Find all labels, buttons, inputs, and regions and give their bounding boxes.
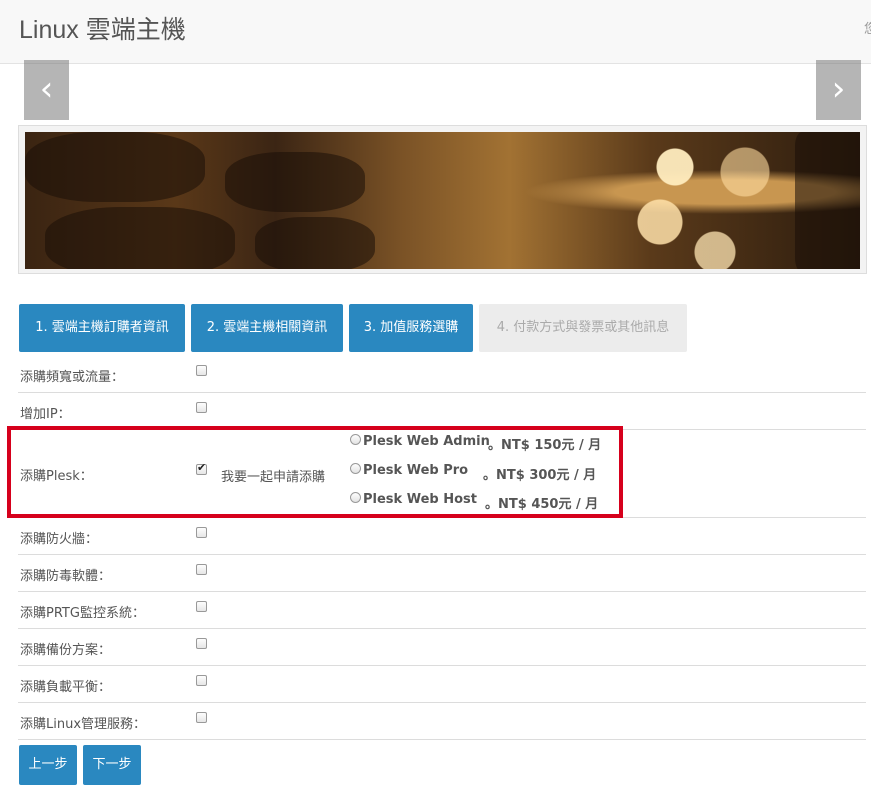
addon-row-bandwidth: 添購頻寬或流量： — [18, 356, 866, 393]
addon-row-firewall: 添購防火牆： — [18, 518, 866, 555]
addon-label: 添購負載平衡： — [20, 680, 112, 695]
image-slider — [18, 125, 867, 274]
tab-step-2[interactable]: 2. 雲端主機相關資訊 — [191, 304, 343, 352]
slider-next-arrow-icon[interactable]: › — [816, 60, 861, 120]
user-greeting: 您 — [864, 22, 871, 37]
addon-label: 添購頻寬或流量： — [20, 370, 125, 385]
loadbalance-checkbox[interactable] — [196, 675, 207, 686]
backup-checkbox[interactable] — [196, 638, 207, 649]
addon-row-prtg: 添購PRTG監控系統： — [18, 592, 866, 629]
addon-row-antivirus: 添購防毒軟體： — [18, 555, 866, 592]
linux-mgmt-checkbox[interactable] — [196, 712, 207, 723]
addon-label: 添購防毒軟體： — [20, 569, 112, 584]
addon-label: 添購防火牆： — [20, 532, 99, 547]
bandwidth-checkbox[interactable] — [196, 365, 207, 376]
addon-label: 添購備份方案： — [20, 643, 112, 658]
addon-row-backup: 添購備份方案： — [18, 629, 866, 666]
addon-label: 添購Linux管理服務： — [20, 717, 147, 732]
tab-step-1[interactable]: 1. 雲端主機訂購者資訊 — [19, 304, 185, 352]
addon-row-ip: 增加IP： — [18, 393, 866, 430]
tab-step-3[interactable]: 3. 加值服務選購 — [349, 304, 473, 352]
next-step-button[interactable]: 下一步 — [83, 745, 141, 785]
slider-prev-arrow-icon[interactable]: ‹ — [24, 60, 69, 120]
ip-checkbox[interactable] — [196, 402, 207, 413]
addon-label: 增加IP： — [20, 407, 71, 422]
prev-step-button[interactable]: 上一步 — [19, 745, 77, 785]
tab-step-4: 4. 付款方式與發票或其他訊息 — [479, 304, 687, 352]
top-navbar: Linux 雲端主機 您 — [0, 0, 871, 64]
page-title: Linux 雲端主機 — [19, 16, 186, 44]
slide-image — [25, 132, 860, 269]
antivirus-checkbox[interactable] — [196, 564, 207, 575]
addon-row-linux-mgmt: 添購Linux管理服務： — [18, 703, 866, 740]
addon-row-loadbalance: 添購負載平衡： — [18, 666, 866, 703]
addon-label: 添購PRTG監控系統： — [20, 606, 145, 621]
prtg-checkbox[interactable] — [196, 601, 207, 612]
firewall-checkbox[interactable] — [196, 527, 207, 538]
plesk-highlight-box — [7, 426, 623, 518]
